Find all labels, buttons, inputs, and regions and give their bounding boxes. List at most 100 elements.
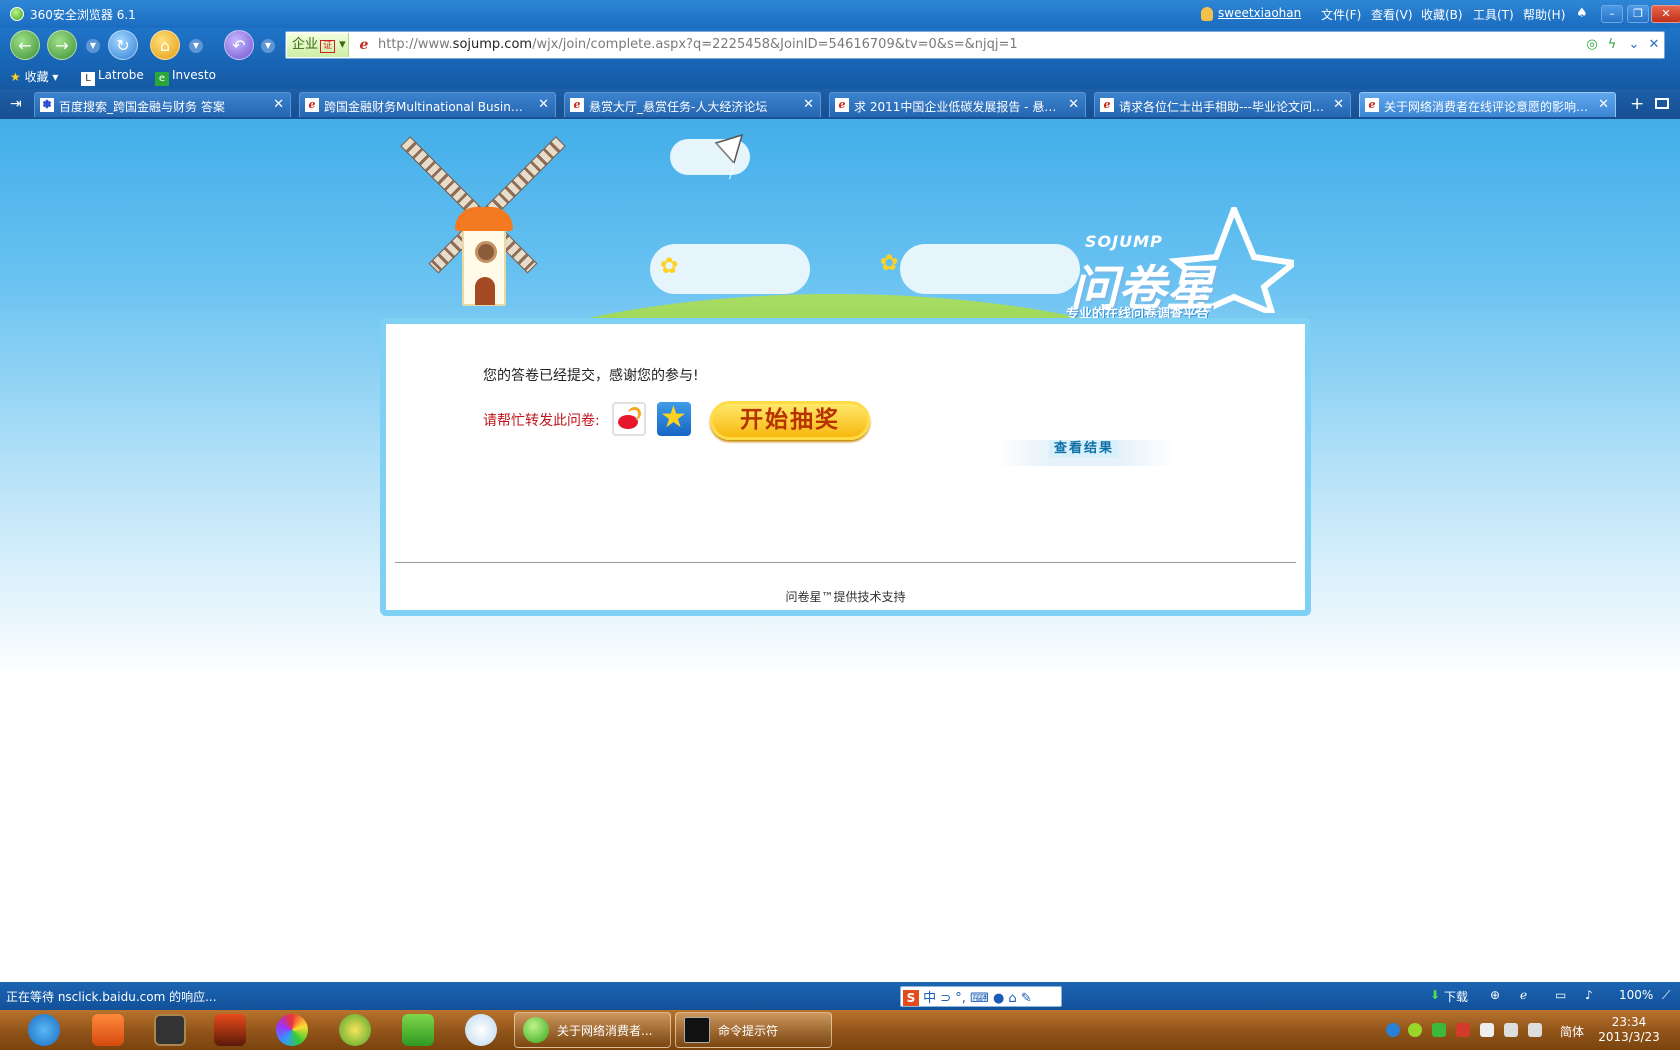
completion-message: 您的答卷已经提交，感谢您的参与! <box>483 368 699 384</box>
tab-thesis-survey[interactable]: e 请求各位仁士出手相助---毕业论文问卷... ✕ <box>1094 92 1351 117</box>
history-dropdown-icon[interactable]: ▼ <box>86 39 100 53</box>
share-prompt-label: 请帮忙转发此问卷: <box>483 413 600 429</box>
color-wheel-taskbar-icon[interactable] <box>276 1014 308 1046</box>
tab-close-icon[interactable]: ✕ <box>273 97 284 112</box>
player-taskbar-icon[interactable] <box>339 1014 371 1046</box>
menu-help[interactable]: 帮助(H) <box>1523 6 1565 23</box>
navigation-bar: ← → ▼ ↻ ⌂ ▼ ↶ ▼ 企业证 ▾ e http://www.sojum… <box>0 28 1680 64</box>
status-text: 正在等待 nsclick.baidu.com 的响应... <box>6 990 217 1004</box>
search-taskbar-icon[interactable] <box>465 1014 497 1046</box>
undo-close-tab-button[interactable]: ↶ <box>224 30 254 60</box>
windmill-window <box>475 241 497 263</box>
address-dropdown-icon[interactable]: ⌄ <box>1626 37 1642 52</box>
favorite-investo[interactable]: e Investo <box>155 68 216 86</box>
tab-multinational[interactable]: e 跨国金融财务Multinational Business ... ✕ <box>299 92 556 117</box>
ie-page-icon: e <box>1100 98 1114 112</box>
new-tab-button[interactable]: + <box>1630 94 1644 114</box>
taskbar-cmd-task[interactable]: 命令提示符 <box>675 1012 832 1048</box>
input-language[interactable]: 简体 <box>1560 1023 1584 1040</box>
tab-restore-icon[interactable] <box>1655 98 1669 109</box>
add-icon[interactable]: ⊕ <box>1490 988 1500 1002</box>
home-dropdown-icon[interactable]: ▼ <box>189 39 203 53</box>
tab-lowcarbon-report[interactable]: e 求 2011中国企业低碳发展报告 - 悬赏... ✕ <box>829 92 1086 117</box>
tray-volume-icon[interactable] <box>1528 1023 1542 1037</box>
qzone-share-icon[interactable] <box>657 400 691 436</box>
investo-favicon-icon: e <box>155 72 169 86</box>
download-button[interactable]: 下载 <box>1444 988 1468 1005</box>
url-text[interactable]: http://www.sojump.com/wjx/join/complete.… <box>378 37 1018 52</box>
menu-view[interactable]: 查看(V) <box>1371 6 1413 23</box>
sound-icon[interactable]: ♪ <box>1585 988 1593 1002</box>
game-taskbar-icon[interactable] <box>154 1014 186 1046</box>
tray-flag-icon[interactable] <box>1456 1023 1470 1037</box>
resize-grip-icon[interactable]: ⟋ <box>1662 988 1670 1003</box>
window-title: 360安全浏览器 6.1 <box>30 8 136 22</box>
back-button[interactable]: ← <box>10 30 40 60</box>
user-account-link[interactable]: sweetxiaohan <box>1218 6 1301 20</box>
tray-network-icon[interactable] <box>1504 1023 1518 1037</box>
tab-bounty-hall[interactable]: e 悬赏大厅_悬赏任务-人大经济论坛 ✕ <box>564 92 821 117</box>
tab-label: 跨国金融财务Multinational Business ... <box>324 100 529 114</box>
cert-icon: 证 <box>320 40 336 53</box>
kite-icon <box>714 133 744 179</box>
taskbar-browser-task[interactable]: 关于网络消费者... <box>514 1012 671 1048</box>
skin-shirt-icon[interactable]: ♠ <box>1576 6 1588 21</box>
ie-page-icon: e <box>570 98 584 112</box>
close-window-button[interactable]: ✕ <box>1651 5 1680 23</box>
enterprise-cert-badge[interactable]: 企业证 ▾ <box>287 33 349 57</box>
ie-mode-icon[interactable]: ℯ <box>1520 988 1527 1002</box>
tab-label: 请求各位仁士出手相助---毕业论文问卷... <box>1119 100 1324 114</box>
favorites-bar: ★ 收藏 ▾ L Latrobe e Investo <box>0 64 1680 89</box>
tab-close-icon[interactable]: ✕ <box>1068 97 1079 112</box>
menu-favorites[interactable]: 收藏(B) <box>1421 6 1463 23</box>
menu-tools[interactable]: 工具(T) <box>1473 6 1514 23</box>
powered-by-footer: 问卷星™提供技术支持 <box>785 590 906 604</box>
view-results-button[interactable]: 查看结果 <box>1049 440 1119 457</box>
tab-close-icon[interactable]: ✕ <box>1598 97 1609 112</box>
latrobe-favicon-icon: L <box>81 72 95 86</box>
favorite-latrobe[interactable]: L Latrobe <box>81 68 144 86</box>
360-browser-icon <box>523 1017 549 1043</box>
forward-button[interactable]: → <box>47 30 77 60</box>
url-path: /wjx/join/complete.aspx?q=2225458&JoinID… <box>532 37 1018 52</box>
tab-close-icon[interactable]: ✕ <box>803 97 814 112</box>
start-lottery-button[interactable]: 开始抽奖 <box>710 401 870 440</box>
divider <box>395 562 1296 563</box>
app-taskbar-icon[interactable] <box>92 1014 124 1046</box>
speed-mode-icon[interactable]: ϟ <box>1604 37 1620 52</box>
stop-loading-icon[interactable]: ✕ <box>1646 37 1662 52</box>
tab-label: 求 2011中国企业低碳发展报告 - 悬赏... <box>854 100 1059 114</box>
tray-battery-icon[interactable] <box>1480 1023 1494 1037</box>
task-label: 关于网络消费者... <box>557 1024 653 1038</box>
tab-list-icon[interactable]: ⇥ <box>10 96 22 112</box>
ime-toolbar[interactable]: S 中 ⊃ °, ⌨ ● ⌂ ✎ <box>900 986 1062 1007</box>
tab-label: 百度搜索_跨国金融与财务 答案 <box>59 100 225 114</box>
clock-date: 2013/3/23 <box>1598 1030 1660 1044</box>
tray-shield-icon[interactable] <box>1432 1023 1446 1037</box>
game2-taskbar-icon[interactable] <box>214 1014 246 1046</box>
tab-baidu-search[interactable]: ✽ 百度搜索_跨国金融与财务 答案 ✕ <box>34 92 291 117</box>
minimize-button[interactable]: – <box>1601 5 1623 23</box>
favorite-label: Investo <box>172 68 216 82</box>
undo-dropdown-icon[interactable]: ▼ <box>261 39 275 53</box>
favorites-menu[interactable]: ★ 收藏 ▾ <box>10 68 58 85</box>
screen-icon[interactable]: ▭ <box>1555 988 1566 1002</box>
title-bar: 360安全浏览器 6.1 sweetxiaohan 文件(F) 查看(V) 收藏… <box>0 0 1680 28</box>
pps-taskbar-icon[interactable] <box>402 1014 434 1046</box>
system-clock[interactable]: 23:34 2013/3/23 <box>1598 1015 1660 1045</box>
tray-media-icon[interactable] <box>1386 1023 1400 1037</box>
menu-file[interactable]: 文件(F) <box>1321 6 1361 23</box>
address-bar[interactable]: 企业证 ▾ e http://www.sojump.com/wjx/join/c… <box>285 31 1665 59</box>
taskbar: 关于网络消费者... 命令提示符 简体 23:34 2013/3/23 <box>0 1010 1680 1050</box>
restore-button[interactable]: ❐ <box>1627 5 1649 23</box>
tab-close-icon[interactable]: ✕ <box>538 97 549 112</box>
home-button[interactable]: ⌂ <box>150 30 180 60</box>
tab-online-review-active[interactable]: e 关于网络消费者在线评论意愿的影响因... ✕ <box>1359 92 1616 117</box>
refresh-button[interactable]: ↻ <box>108 30 138 60</box>
ie-taskbar-icon[interactable] <box>28 1014 60 1046</box>
security-check-icon[interactable]: ◎ <box>1584 37 1600 52</box>
weibo-share-icon[interactable] <box>612 402 646 436</box>
zoom-level[interactable]: 100% <box>1619 988 1653 1002</box>
tray-360-icon[interactable] <box>1408 1023 1422 1037</box>
tab-close-icon[interactable]: ✕ <box>1333 97 1344 112</box>
